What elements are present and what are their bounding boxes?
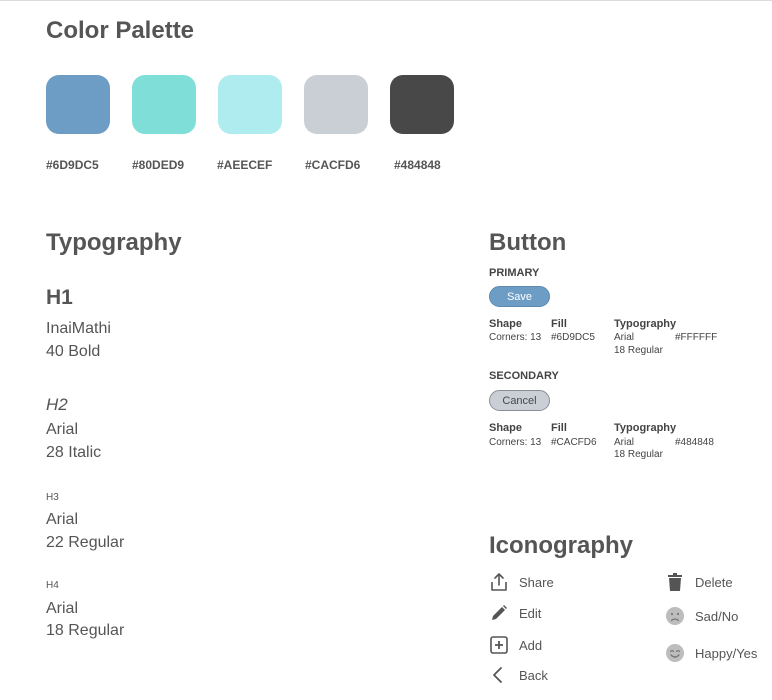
icon-label: Edit (519, 605, 542, 621)
icon-item-back: Back (489, 665, 548, 685)
h3-spec: 22 Regular (46, 534, 125, 551)
secondary-caption: SECONDARY (489, 370, 559, 382)
icon-label: Happy/Yes (695, 645, 758, 661)
swatch-gray (304, 75, 368, 134)
swatch-label: #CACFD6 (305, 158, 361, 172)
secondary-fill-val: #CACFD6 (551, 437, 597, 448)
swatch-blue (46, 75, 110, 134)
happy-icon (666, 644, 684, 662)
icon-item-happy: Happy/Yes (665, 643, 757, 663)
delete-icon (668, 573, 682, 591)
add-icon (490, 636, 508, 654)
primary-typo-head: Typography (614, 318, 677, 330)
secondary-shape-head: Shape (489, 422, 523, 434)
h1-spec: 40 Bold (46, 343, 101, 360)
primary-caption: PRIMARY (489, 267, 540, 279)
swatch-label: #6D9DC5 (46, 158, 99, 172)
secondary-typo-head: Typography (614, 422, 677, 434)
color-palette-title: Color Palette (46, 17, 195, 44)
icon-item-delete: Delete (665, 572, 733, 592)
primary-fill-head: Fill (551, 318, 567, 330)
primary-typo-color: #FFFFFF (675, 332, 718, 343)
h3-font: Arial (46, 511, 79, 528)
h1-font: InaiMathi (46, 320, 111, 337)
h3-label: H3 (46, 492, 59, 503)
h2-font: Arial (46, 421, 79, 438)
icon-label: Back (519, 667, 548, 683)
h4-label: H4 (46, 580, 59, 591)
back-icon (493, 667, 502, 683)
typography-title: Typography (46, 229, 182, 256)
secondary-typo-font: Arial (614, 437, 635, 448)
button-title: Button (489, 229, 567, 256)
icon-label: Sad/No (695, 608, 739, 624)
icon-item-add: Add (489, 635, 542, 655)
icon-label: Share (519, 574, 554, 590)
swatch-label: #484848 (394, 158, 441, 172)
swatch-light-cyan (218, 75, 282, 134)
h4-spec: 18 Regular (46, 622, 125, 639)
icon-label: Delete (695, 574, 733, 590)
swatch-label: #80DED9 (132, 158, 185, 172)
icon-item-sad: Sad/No (665, 606, 738, 626)
primary-shape-val: Corners: 13 (489, 332, 542, 343)
secondary-typo-spec: 18 Regular (614, 449, 663, 460)
icon-label: Add (519, 637, 543, 653)
swatch-teal (132, 75, 196, 134)
cancel-button[interactable]: Cancel (489, 390, 550, 411)
secondary-shape-val: Corners: 13 (489, 437, 542, 448)
swatch-dark (390, 75, 454, 134)
icon-item-edit: Edit (489, 603, 541, 623)
secondary-typo-color: #484848 (675, 437, 714, 448)
iconography-title: Iconography (489, 532, 634, 559)
h1-label: H1 (46, 286, 73, 309)
sad-icon (666, 607, 684, 625)
share-icon (491, 573, 507, 591)
primary-shape-head: Shape (489, 318, 523, 330)
secondary-fill-head: Fill (551, 422, 567, 434)
save-button[interactable]: Save (489, 286, 550, 307)
primary-typo-font: Arial (614, 332, 635, 343)
edit-icon (492, 605, 507, 620)
primary-fill-val: #6D9DC5 (551, 332, 595, 343)
h2-spec: 28 Italic (46, 444, 102, 461)
primary-typo-spec: 18 Regular (614, 345, 663, 356)
swatch-label: #AEECEF (217, 158, 273, 172)
h4-font: Arial (46, 600, 79, 617)
icon-item-share: Share (489, 572, 554, 592)
h2-label: H2 (46, 395, 68, 414)
